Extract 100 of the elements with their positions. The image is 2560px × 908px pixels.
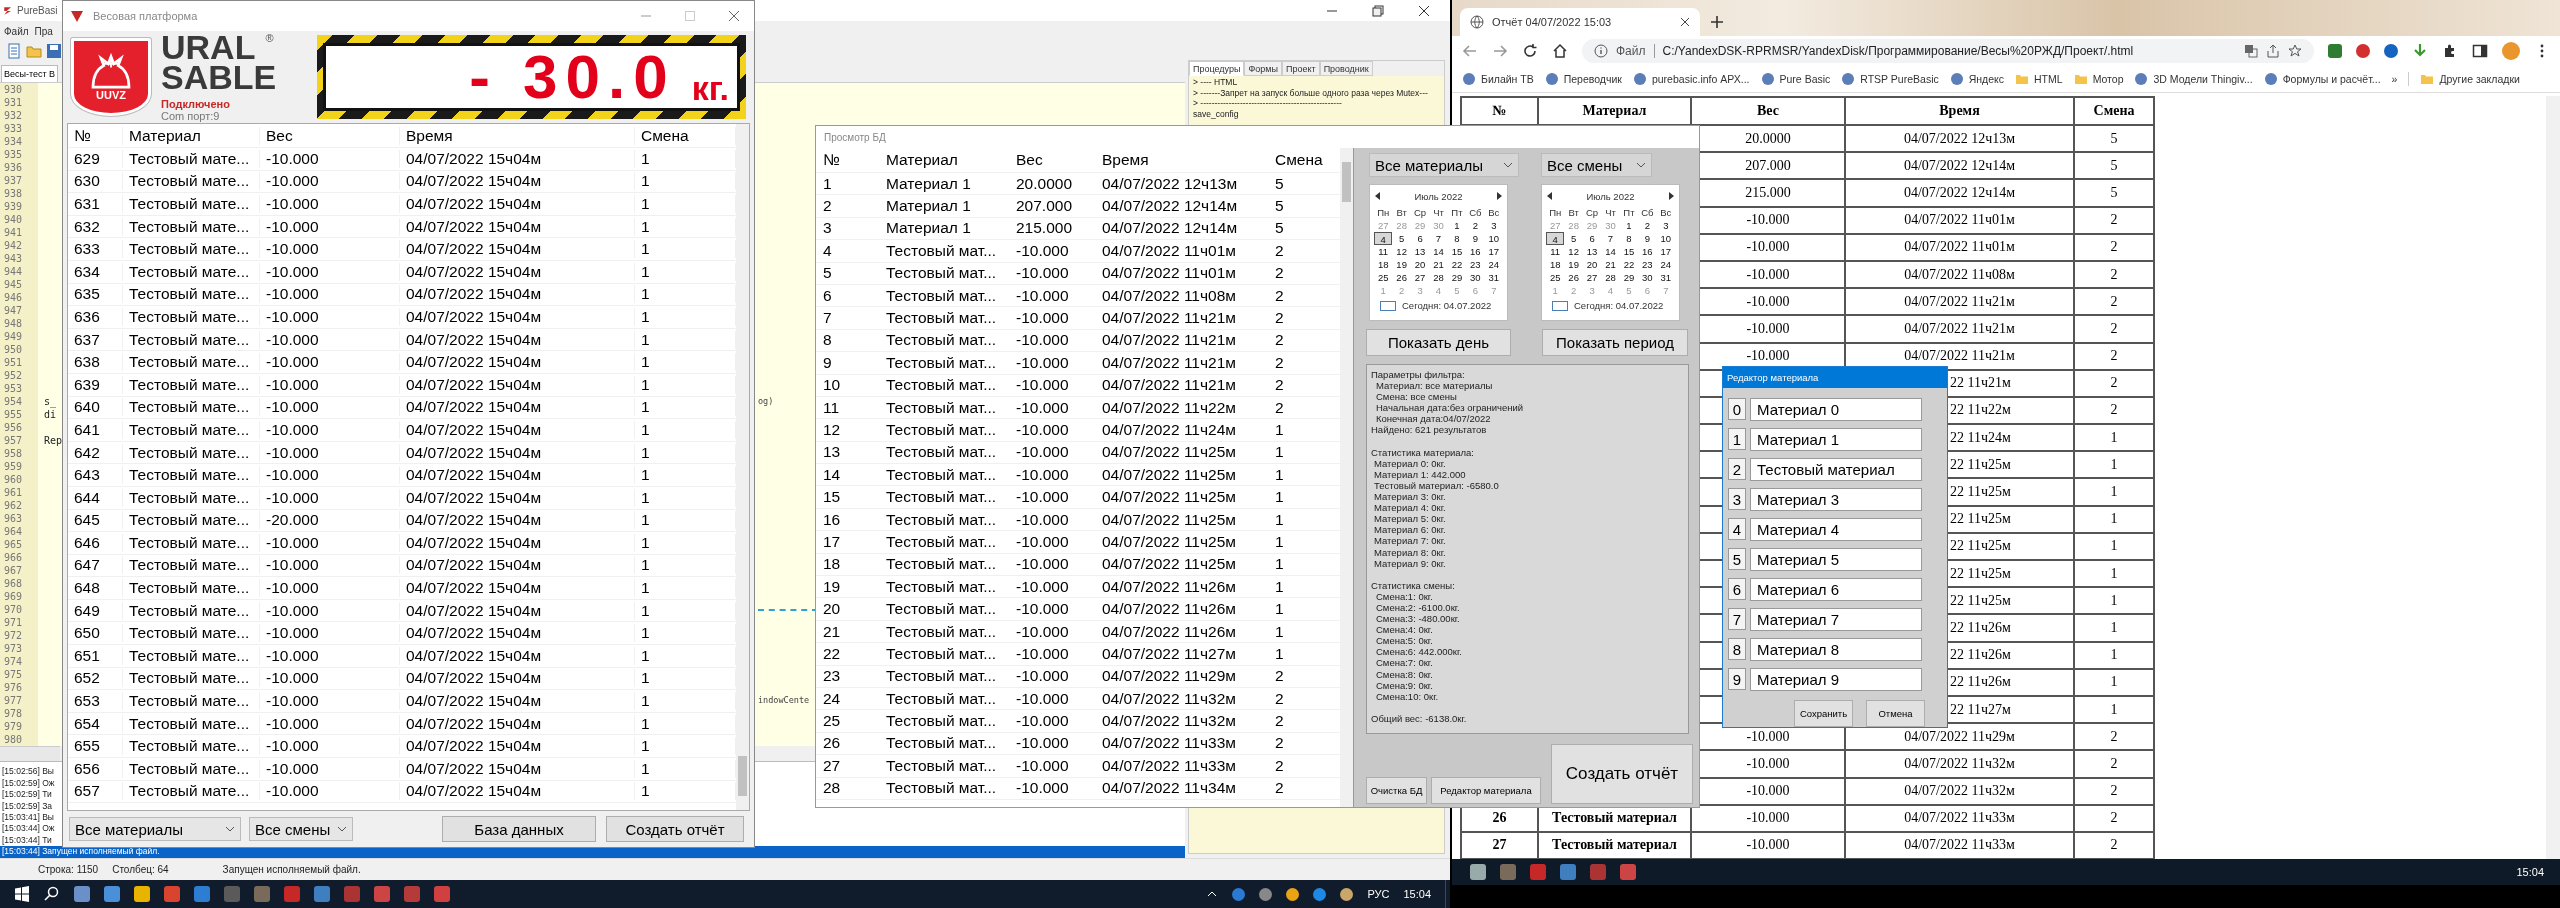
- calendar-day[interactable]: 13: [1410, 245, 1430, 258]
- share-icon[interactable]: [2266, 44, 2280, 58]
- log-line[interactable]: [15:02:56] Вы: [0, 766, 54, 778]
- calendar-day[interactable]: 15: [1447, 245, 1467, 258]
- procedure-item[interactable]: > -------Запрет на запуск больше одного раза через Mutex---: [1193, 87, 1440, 99]
- calendar-day[interactable]: 5: [1564, 232, 1583, 245]
- month-label[interactable]: Июль 2022: [1586, 190, 1635, 202]
- column-header[interactable]: Время: [400, 126, 635, 145]
- bookmark[interactable]: purebasic.info АРХ...: [1632, 72, 1750, 86]
- close-icon[interactable]: [1418, 4, 1430, 17]
- bookmark[interactable]: Другие закладки: [2420, 72, 2520, 86]
- material-editor-button[interactable]: Редактор материала: [1431, 777, 1541, 804]
- calendar-day[interactable]: 28: [1429, 271, 1448, 284]
- bookmark[interactable]: Яндекс: [1949, 72, 2005, 86]
- calendar-day[interactable]: 23: [1638, 258, 1657, 271]
- material-dropdown[interactable]: Все материалы: [69, 817, 241, 841]
- bookmark[interactable]: Переводчик: [1544, 72, 1622, 86]
- translate-icon[interactable]: [2244, 44, 2258, 58]
- calendar-day[interactable]: 4: [1546, 232, 1565, 245]
- app-icon[interactable]: [134, 886, 150, 902]
- calendar-day[interactable]: 11: [1374, 245, 1393, 258]
- profile-avatar[interactable]: [2502, 42, 2520, 60]
- calendar-day[interactable]: 23: [1466, 258, 1485, 271]
- bookmark[interactable]: HTML: [2015, 72, 2063, 86]
- panel-tab[interactable]: Формы: [1244, 61, 1282, 77]
- app-icon[interactable]: [224, 886, 240, 902]
- panel-tab[interactable]: Процедуры: [1189, 61, 1245, 77]
- bookmark[interactable]: Мотор: [2073, 72, 2124, 86]
- calendar-day[interactable]: 1: [1619, 219, 1639, 232]
- calendar-day[interactable]: 25: [1546, 271, 1565, 284]
- calendar-day[interactable]: 10: [1484, 232, 1503, 245]
- show-period-button[interactable]: Показать период: [1542, 329, 1688, 356]
- procedure-item[interactable]: save_config: [1193, 108, 1440, 120]
- app-icon[interactable]: [1560, 864, 1576, 880]
- calendar-day[interactable]: 7: [1429, 232, 1448, 245]
- calendar-day[interactable]: 3: [1484, 219, 1503, 232]
- show-day-button[interactable]: Показать день: [1366, 329, 1511, 356]
- file-tab[interactable]: Весы-тест В: [1, 65, 59, 83]
- column-header[interactable]: Материал: [123, 126, 260, 145]
- calendar-day[interactable]: 31: [1656, 271, 1675, 284]
- calendar-day[interactable]: 27: [1582, 271, 1602, 284]
- cancel-button[interactable]: Отмена: [1866, 700, 1925, 727]
- sidebar-icon[interactable]: [2472, 43, 2488, 59]
- bookmark[interactable]: Pure Basic: [1760, 72, 1831, 86]
- bookmark[interactable]: Билайн ТВ: [1462, 72, 1534, 86]
- tray-icon[interactable]: [1259, 887, 1273, 901]
- clock[interactable]: 15:04: [1403, 888, 1431, 900]
- tray-icon[interactable]: [1340, 887, 1354, 901]
- download-arrow-icon[interactable]: [2412, 43, 2428, 59]
- calendar-day[interactable]: 30: [1638, 271, 1657, 284]
- calendar-day[interactable]: 21: [1601, 258, 1620, 271]
- calendar-day[interactable]: 21: [1429, 258, 1448, 271]
- reload-icon[interactable]: [1522, 43, 1538, 59]
- search-icon[interactable]: [44, 886, 60, 902]
- calendar-day[interactable]: 25: [1374, 271, 1393, 284]
- calendar-day[interactable]: 14: [1429, 245, 1448, 258]
- app-icon[interactable]: [404, 886, 420, 902]
- procedure-item[interactable]: > ---- HTML: [1193, 77, 1440, 88]
- app-icon[interactable]: [344, 886, 360, 902]
- calendar-day[interactable]: 10: [1656, 232, 1675, 245]
- next-month-icon[interactable]: [1667, 192, 1675, 200]
- procedure-item[interactable]: > --------------------------------------------------: [1193, 98, 1440, 109]
- today-link[interactable]: Сегодня: 04.07.2022: [1374, 300, 1503, 311]
- app-icon[interactable]: [194, 886, 210, 902]
- app-icon[interactable]: [1470, 864, 1486, 880]
- menu-item[interactable]: Файл: [4, 25, 29, 37]
- column-header[interactable]: №: [68, 126, 123, 145]
- calendar-day[interactable]: 24: [1656, 258, 1675, 271]
- next-month-icon[interactable]: [1495, 192, 1503, 200]
- log-line[interactable]: [15:03:41] Вы: [0, 812, 54, 824]
- material-name-field[interactable]: Материал 4: [1750, 517, 1922, 541]
- material-name-field[interactable]: Материал 5: [1750, 547, 1922, 571]
- calendar-day[interactable]: 22: [1447, 258, 1467, 271]
- calendar-day[interactable]: 2: [1466, 219, 1485, 232]
- calendar-day[interactable]: 15: [1619, 245, 1639, 258]
- create-report-button[interactable]: Создать отчёт: [1551, 744, 1693, 804]
- calendar-day[interactable]: 9: [1466, 232, 1485, 245]
- maximize-icon[interactable]: [1372, 4, 1384, 17]
- calendar-day[interactable]: 8: [1619, 232, 1639, 245]
- language-indicator[interactable]: РУС: [1367, 888, 1390, 900]
- today-link[interactable]: Сегодня: 04.07.2022: [1546, 300, 1675, 311]
- previous-month-icon[interactable]: [1546, 192, 1554, 200]
- new-tab-icon[interactable]: [1710, 15, 1724, 29]
- shift-dropdown[interactable]: Все смены: [249, 817, 353, 841]
- material-name-field[interactable]: Материал 9: [1750, 667, 1922, 691]
- app-icon[interactable]: [284, 886, 300, 902]
- back-arrow-icon[interactable]: [1462, 43, 1478, 59]
- home-icon[interactable]: [1552, 43, 1568, 59]
- material-name-field[interactable]: Тестовый материал: [1750, 457, 1922, 481]
- material-name-field[interactable]: Материал 0: [1750, 397, 1922, 421]
- more-bookmarks-chevron[interactable]: »: [2391, 73, 2398, 85]
- calendar-day[interactable]: 30: [1466, 271, 1485, 284]
- save-button[interactable]: Сохранить: [1794, 700, 1853, 727]
- calendar-day[interactable]: 3: [1656, 219, 1675, 232]
- app-icon[interactable]: [74, 886, 90, 902]
- tray-icon[interactable]: [1286, 887, 1300, 901]
- bookmark[interactable]: Формулы и расчёт...: [2263, 72, 2381, 86]
- address-bar[interactable]: Файл C:/YandexDSK-RPRMSR/YandexDisk/Программирование/Весы%20РЖД/Проект/.html: [1582, 39, 2314, 63]
- clock[interactable]: 15:04: [2516, 866, 2544, 878]
- shift-dropdown[interactable]: Все смены: [1541, 153, 1652, 177]
